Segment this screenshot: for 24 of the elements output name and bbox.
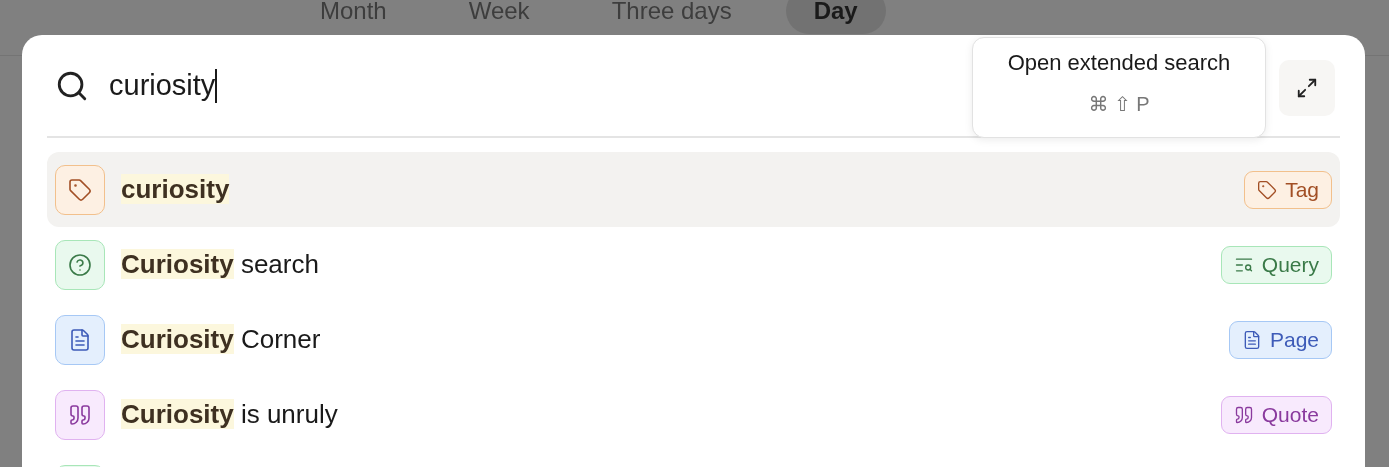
result-row[interactable]: Curiosity is unruly Quote [47, 377, 1340, 452]
result-row[interactable]: curiosity Tag [47, 152, 1340, 227]
tag-icon [1257, 179, 1278, 200]
result-title: Curiosity Corner [121, 324, 322, 355]
result-row[interactable]: Curiosity Corner Page [47, 302, 1340, 377]
result-row[interactable]: Curiosity search Query [47, 227, 1340, 302]
type-badge: Query [1220, 245, 1332, 284]
result-title: Curiosity is unruly [121, 399, 339, 430]
expand-button[interactable] [1279, 60, 1335, 116]
type-badge: Page [1228, 320, 1332, 359]
type-badge: Tag [1244, 170, 1332, 209]
tooltip-title: Open extended search [1007, 50, 1231, 76]
quote-icon [1233, 404, 1254, 425]
document-icon [55, 314, 105, 365]
question-icon [55, 239, 105, 290]
search-field[interactable]: curiosity [109, 68, 218, 103]
keyboard-shortcut: ⌘ ⇧ P [1088, 92, 1150, 116]
tag-icon [55, 164, 105, 215]
expand-icon [1296, 77, 1318, 99]
result-title: curiosity [121, 174, 231, 205]
result-title: Curiosity search [121, 249, 320, 280]
view-tab[interactable]: Day [785, 0, 886, 34]
quote-icon [55, 389, 105, 440]
type-badge: Quote [1220, 395, 1332, 434]
